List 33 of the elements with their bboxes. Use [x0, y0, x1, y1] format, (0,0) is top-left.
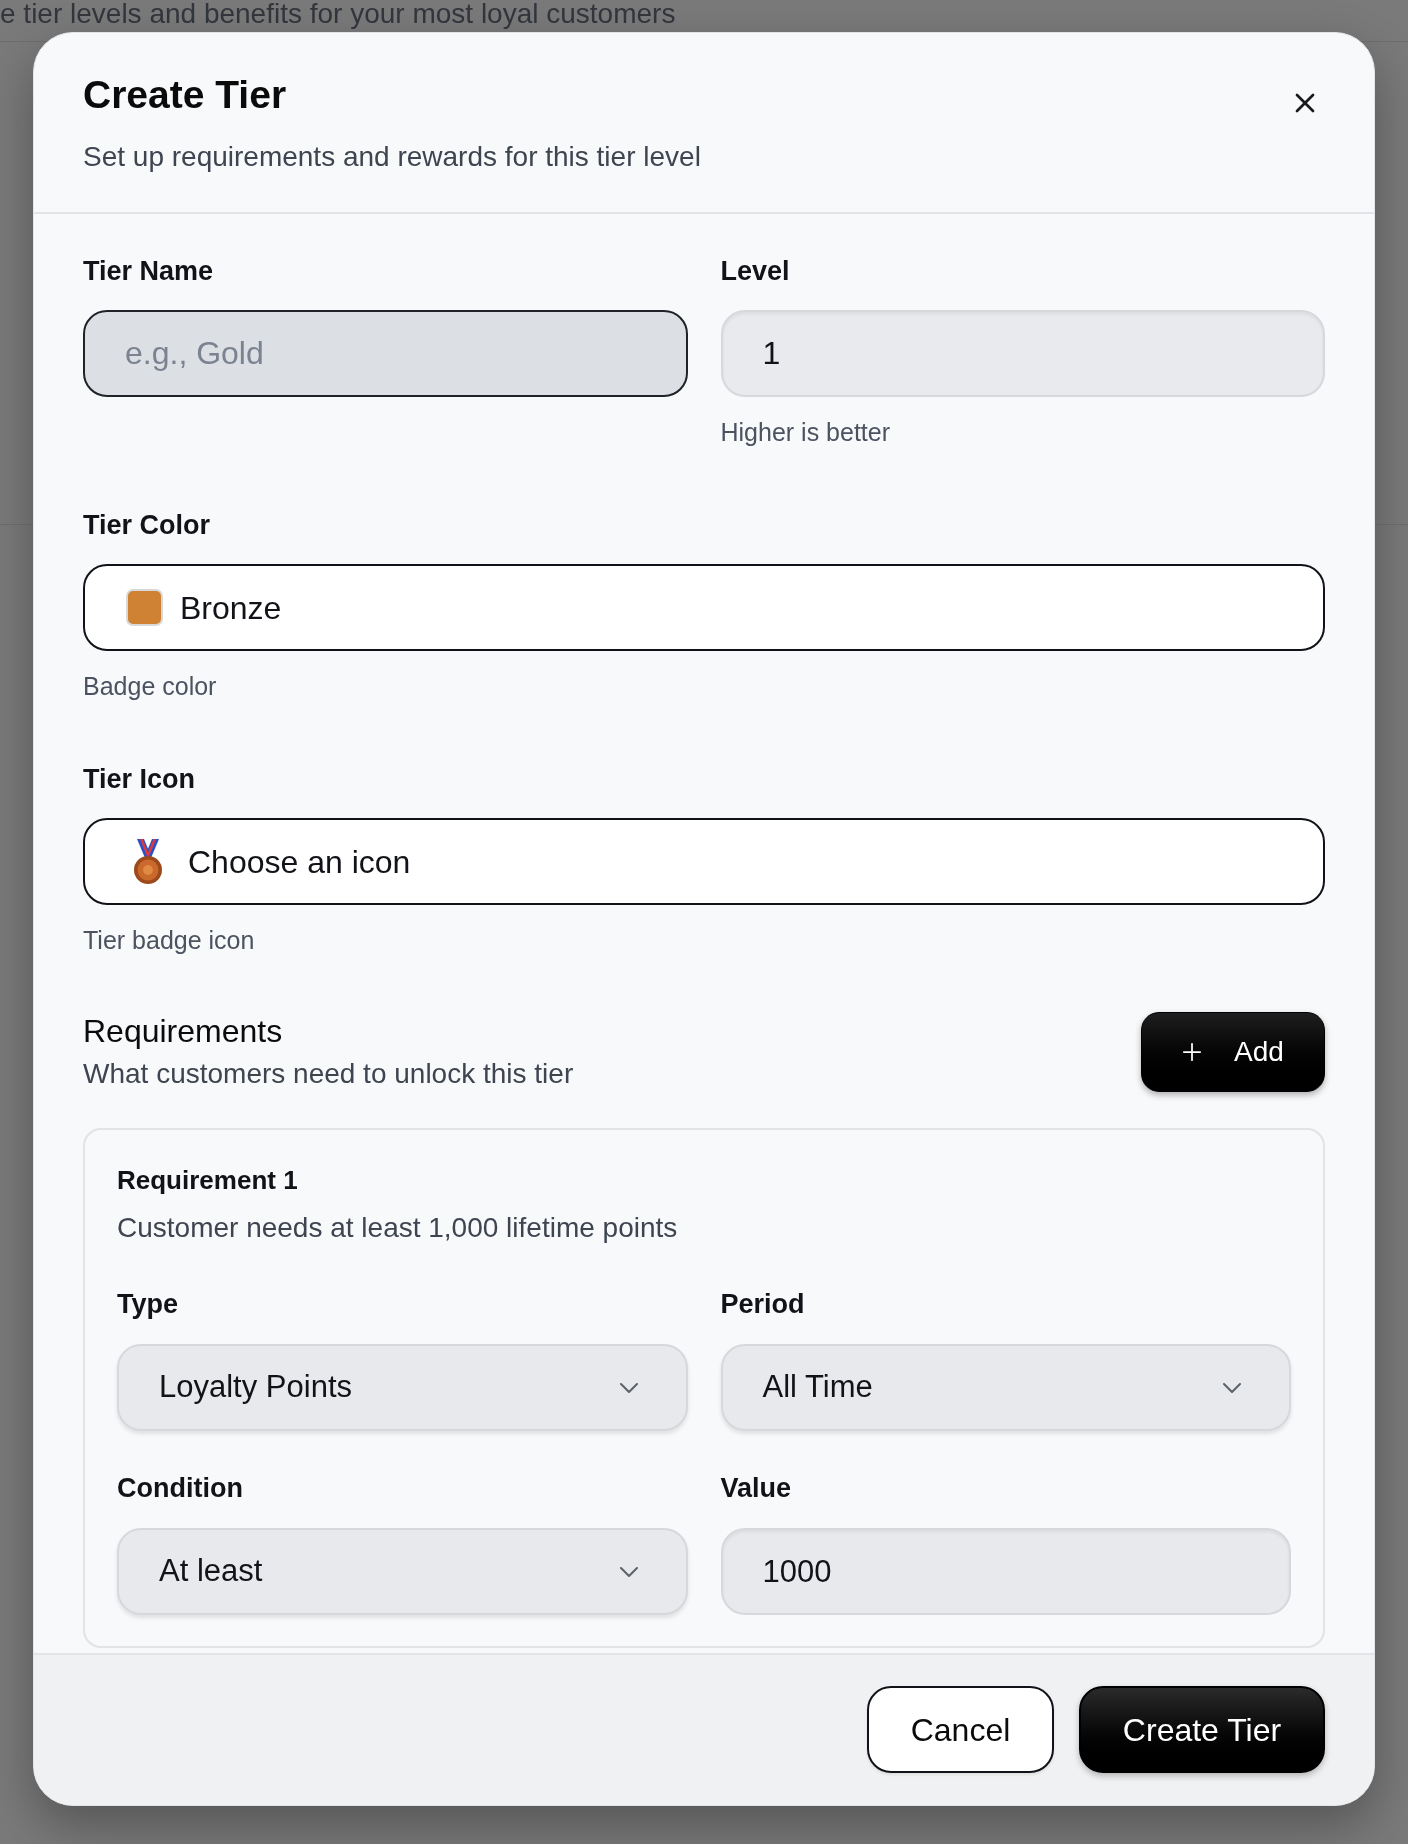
color-select[interactable]: Bronze	[83, 564, 1325, 651]
tier-name-input[interactable]: e.g., Gold	[83, 310, 688, 397]
field-label: Tier Icon	[83, 763, 197, 795]
add-button[interactable]: Add	[1141, 1012, 1325, 1092]
section-title: Requirements	[83, 1012, 284, 1050]
requirement-title: Requirement 1	[117, 1164, 299, 1196]
field-label: Tier Name	[83, 255, 215, 287]
field-label: Level	[720, 255, 791, 287]
create-button[interactable]: Create Tier	[1079, 1686, 1325, 1773]
field-hint: Higher is better	[720, 417, 892, 447]
field-label: Type	[117, 1288, 179, 1320]
chevron-down-icon	[619, 1382, 638, 1393]
chevron-down-icon	[1223, 1382, 1241, 1393]
section-subtitle: What customers need to unlock this tier	[83, 1058, 574, 1090]
cancel-button[interactable]: Cancel	[867, 1686, 1054, 1773]
field-hint: Badge color	[83, 671, 218, 701]
requirement-summary: Customer needs at least 1,000 lifetime points	[117, 1212, 679, 1244]
chevron-down-icon	[619, 1566, 638, 1577]
field-hint: Tier badge icon	[83, 925, 256, 955]
dropdown-select[interactable]: Loyalty Points	[117, 1344, 688, 1431]
dialog-subtitle: Set up requirements and rewards for this tier level	[83, 141, 701, 173]
field-label: Value	[720, 1472, 793, 1504]
field-label: Period	[720, 1288, 806, 1320]
dropdown-select[interactable]: All Time	[720, 1344, 1291, 1431]
field-label: Condition	[117, 1472, 244, 1504]
icon-picker[interactable]: Choose an icon	[83, 818, 1325, 905]
medal-icon	[133, 838, 163, 885]
dialog-title: Create Tier	[83, 73, 288, 117]
level-input[interactable]: 1	[720, 310, 1325, 397]
value-input[interactable]: 1000	[720, 1528, 1291, 1615]
dropdown-select[interactable]: At least	[117, 1528, 688, 1615]
page-subtitle: e tier levels and benefits for your most loyal customers	[0, 0, 676, 28]
field-label: Tier Color	[83, 509, 212, 541]
